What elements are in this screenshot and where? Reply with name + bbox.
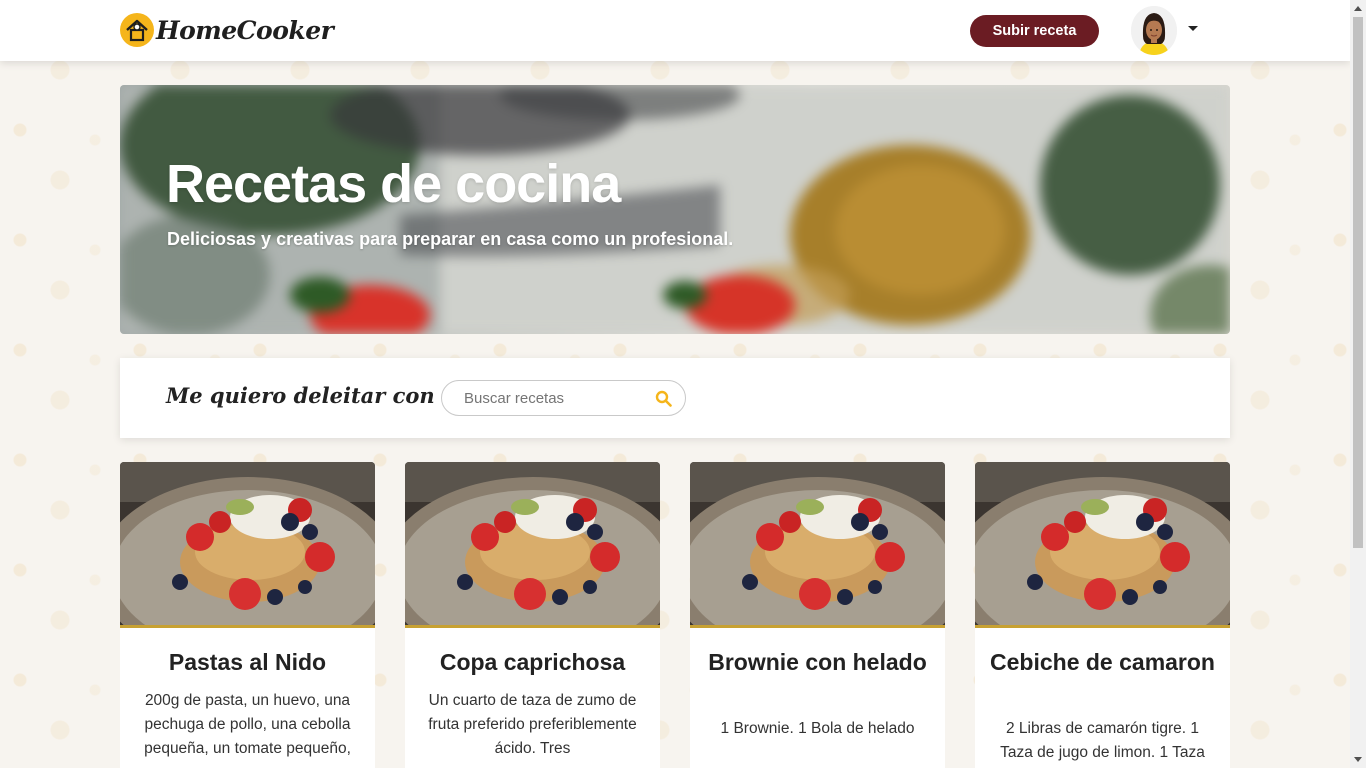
upload-recipe-button[interactable]: Subir receta — [970, 15, 1099, 47]
recipe-card[interactable]: Cebiche de camaron 2 Libras de camarón t… — [975, 462, 1230, 768]
recipe-title[interactable]: Copa caprichosa — [420, 648, 645, 676]
recipe-description: 2 Libras de camarón tigre. 1 Taza de jug… — [1000, 720, 1205, 761]
scroll-up-arrow-icon[interactable] — [1354, 6, 1362, 11]
recipe-description: Un cuarto de taza de zumo de fruta prefe… — [428, 692, 637, 757]
hero-subtitle: Deliciosas y creativas para preparar en … — [167, 229, 734, 249]
recipe-image[interactable] — [120, 462, 375, 628]
recipe-card[interactable]: Brownie con helado 1 Brownie. 1 Bola de … — [690, 462, 945, 768]
scroll-thumb[interactable] — [1353, 17, 1363, 548]
avatar[interactable] — [1131, 6, 1177, 55]
recipe-image[interactable] — [405, 462, 660, 628]
search-box[interactable] — [441, 380, 686, 416]
recipe-image[interactable] — [690, 462, 945, 628]
recipe-title[interactable]: Brownie con helado — [705, 648, 930, 676]
search-label: Me quiero deleitar con — [166, 383, 435, 408]
recipe-card[interactable]: Pastas al Nido 200g de pasta, un huevo, … — [120, 462, 375, 768]
logo-text: HomeCooker — [156, 15, 334, 45]
scroll-down-arrow-icon[interactable] — [1354, 757, 1362, 762]
search-input[interactable] — [464, 388, 644, 408]
recipe-title[interactable]: Pastas al Nido — [135, 648, 360, 676]
search-panel: Me quiero deleitar con — [120, 358, 1230, 438]
chef-hat-house-icon — [120, 13, 154, 47]
logo-link[interactable]: HomeCooker — [120, 12, 334, 48]
page-scrollbar[interactable] — [1350, 0, 1366, 768]
hero-title: Recetas de cocina — [166, 154, 621, 214]
caret-down-icon[interactable] — [1188, 26, 1198, 31]
recipe-description: 200g de pasta, un huevo, una pechuga de … — [144, 692, 351, 757]
recipe-image[interactable] — [975, 462, 1230, 628]
hero-banner: Recetas de cocina Deliciosas y creativas… — [120, 85, 1230, 334]
recipe-card[interactable]: Copa caprichosa Un cuarto de taza de zum… — [405, 462, 660, 768]
search-icon[interactable] — [655, 390, 672, 407]
recipe-title[interactable]: Cebiche de camaron — [990, 648, 1215, 676]
top-navbar: HomeCooker Subir receta — [0, 0, 1350, 61]
recipe-description: 1 Brownie. 1 Bola de helado — [720, 720, 915, 737]
